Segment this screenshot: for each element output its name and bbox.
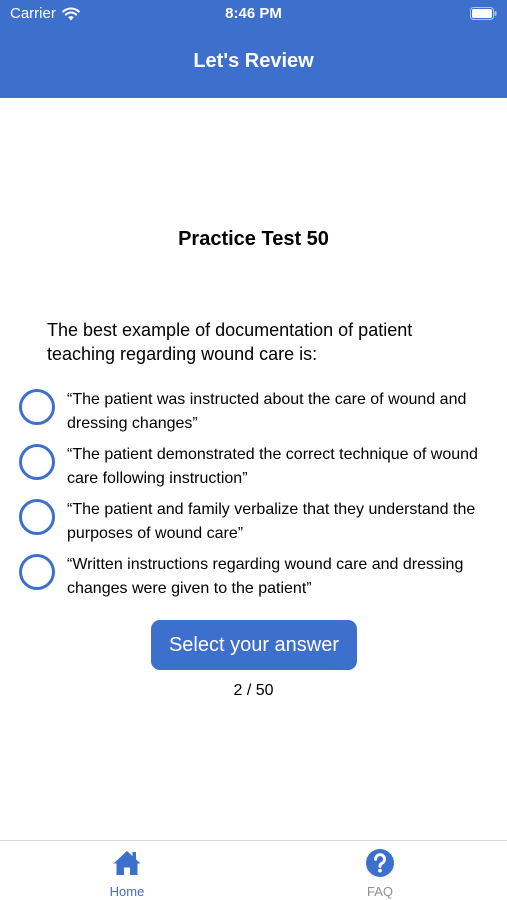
nav-header: Carrier 8:46 PM Let's Review (0, 0, 507, 98)
question-circle-icon (366, 849, 394, 877)
answer-options: “The patient was instructed about the ca… (0, 388, 507, 608)
radio-button-icon[interactable] (19, 389, 55, 425)
tab-home-label: Home (109, 884, 145, 899)
question-progress: 2 / 50 (233, 682, 274, 699)
answer-option-4[interactable]: “Written instructions regarding wound ca… (0, 553, 507, 608)
home-icon (113, 851, 141, 875)
test-title: Practice Test 50 (178, 228, 329, 250)
answer-option-2[interactable]: “The patient demonstrated the correct te… (0, 443, 507, 498)
page-title: Let's Review (193, 50, 314, 72)
tab-home[interactable]: Home (67, 841, 187, 900)
answer-option-label: “Written instructions regarding wound ca… (67, 556, 464, 597)
radio-button-icon[interactable] (19, 444, 55, 480)
status-time: 8:46 PM (225, 5, 282, 22)
answer-option-label: “The patient demonstrated the correct te… (67, 446, 478, 487)
battery-icon (470, 7, 497, 20)
select-answer-button[interactable]: Select your answer (151, 620, 357, 670)
answer-option-3[interactable]: “The patient and family verbalize that t… (0, 498, 507, 553)
tab-bar: Home FAQ (0, 840, 507, 900)
question-text: The best example of documentation of pat… (47, 320, 413, 364)
tab-faq[interactable]: FAQ (320, 841, 440, 900)
status-bar: Carrier 8:46 PM (0, 0, 507, 28)
tab-faq-label: FAQ (366, 884, 393, 899)
answer-option-label: “The patient and family verbalize that t… (67, 501, 476, 542)
answer-option-1[interactable]: “The patient was instructed about the ca… (0, 388, 507, 443)
radio-button-icon[interactable] (19, 554, 55, 590)
answer-option-label: “The patient was instructed about the ca… (67, 391, 467, 432)
radio-button-icon[interactable] (19, 499, 55, 535)
